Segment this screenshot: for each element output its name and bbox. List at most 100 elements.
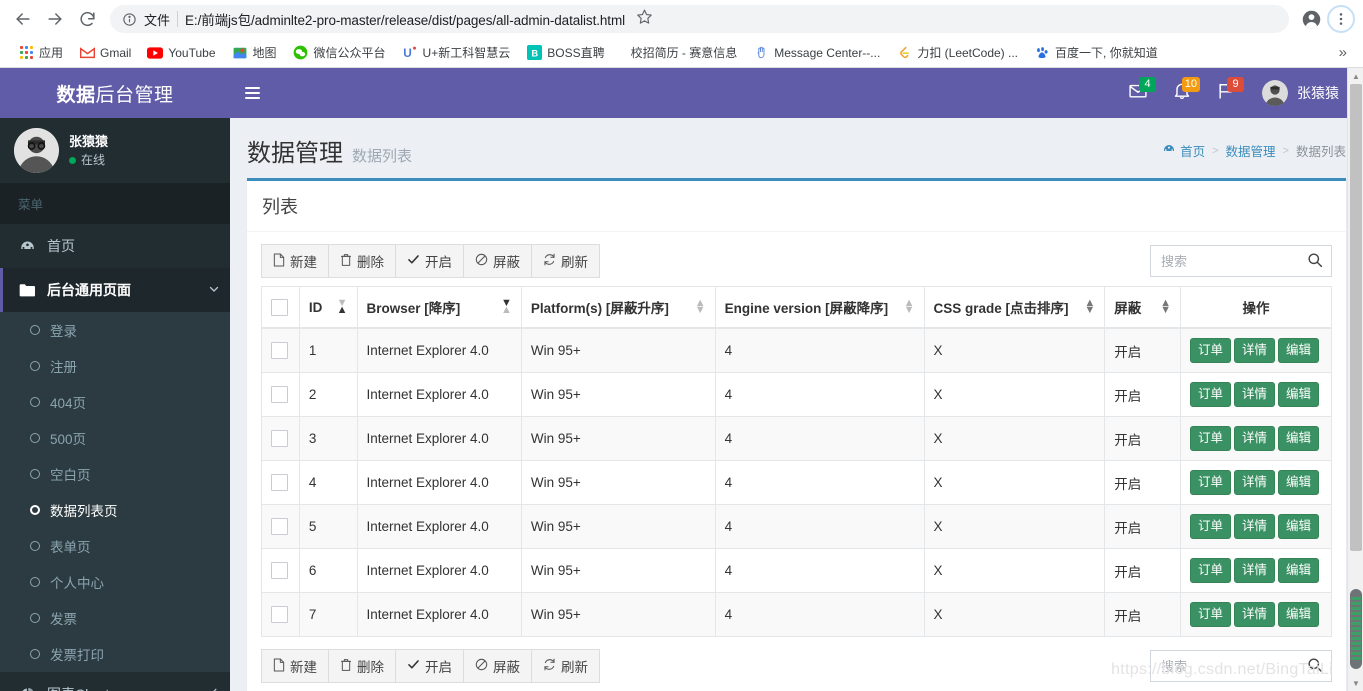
row-checkbox[interactable] — [271, 518, 288, 535]
row-select-cell[interactable] — [261, 460, 300, 505]
table-row[interactable]: 1 Internet Explorer 4.0 Win 95+ 4 X 开启 订单 详情 编辑 — [261, 327, 1333, 373]
forward-arrow-icon[interactable] — [40, 4, 70, 34]
sidebar-subitem-profile[interactable]: 个人中心 — [0, 564, 230, 600]
row-edit-button[interactable]: 编辑 — [1277, 558, 1319, 583]
bookmark-maps[interactable]: 地图 — [224, 41, 285, 64]
table-row[interactable]: 4 Internet Explorer 4.0 Win 95+ 4 X 开启 订单 详情 编辑 — [261, 460, 1333, 505]
bookmark-apps[interactable]: 应用 — [10, 41, 71, 64]
row-checkbox[interactable] — [271, 386, 288, 403]
refresh-button-bottom[interactable]: 刷新 — [531, 649, 600, 683]
table-row[interactable]: 5 Internet Explorer 4.0 Win 95+ 4 X 开启 订单 详情 编辑 — [261, 504, 1333, 549]
hamburger-menu-icon[interactable] — [230, 68, 275, 118]
enable-button-bottom[interactable]: 开启 — [395, 649, 464, 683]
delete-button-bottom[interactable]: 删除 — [328, 649, 396, 683]
scrollbar-thumb-inner[interactable] — [1350, 589, 1362, 669]
row-detail-button[interactable]: 详情 — [1233, 382, 1275, 407]
col-engine[interactable]: Engine version [屏蔽降序] ▲ ▼ — [714, 286, 925, 329]
bookmark-gmail[interactable]: Gmail — [71, 42, 139, 64]
profile-avatar-icon[interactable] — [1297, 5, 1325, 33]
sidebar-subitem-register[interactable]: 注册 — [0, 348, 230, 384]
row-order-button[interactable]: 订单 — [1189, 338, 1231, 363]
sidebar-subitem-invoice[interactable]: 发票 — [0, 600, 230, 636]
sidebar-subitem-form[interactable]: 表单页 — [0, 528, 230, 564]
user-account-menu[interactable]: 张猿猿 — [1248, 80, 1345, 106]
row-checkbox[interactable] — [271, 474, 288, 491]
sidebar-item-charts[interactable]: 图表Charts — [0, 672, 230, 691]
notifications-menu[interactable]: 10 — [1160, 68, 1204, 118]
bookmark-wechat[interactable]: 微信公众平台 — [285, 41, 394, 64]
row-edit-button[interactable]: 编辑 — [1277, 382, 1319, 407]
sidebar-subitem-500[interactable]: 500页 — [0, 420, 230, 456]
address-bar[interactable]: 文件 E:/前端js包/adminlte2-pro-master/release… — [110, 5, 1289, 33]
enable-button-top[interactable]: 开启 — [395, 244, 464, 278]
search-input-top[interactable] — [1150, 245, 1332, 277]
new-button-top[interactable]: 新建 — [261, 244, 329, 278]
back-arrow-icon[interactable] — [8, 4, 38, 34]
sidebar-subitem-blank[interactable]: 空白页 — [0, 456, 230, 492]
row-select-cell[interactable] — [261, 504, 300, 549]
breadcrumb-item-data-management[interactable]: 数据管理 — [1226, 141, 1276, 160]
messages-menu[interactable]: 4 — [1116, 68, 1160, 118]
table-row[interactable]: 2 Internet Explorer 4.0 Win 95+ 4 X 开启 订单 详情 编辑 — [261, 372, 1333, 417]
row-checkbox[interactable] — [271, 562, 288, 579]
block-button-top[interactable]: 屏蔽 — [463, 244, 532, 278]
sidebar-item-common-pages[interactable]: 后台通用页面 — [0, 268, 230, 312]
tasks-menu[interactable]: 9 — [1204, 68, 1248, 118]
sidebar-user-panel[interactable]: 张猿猿 在线 — [0, 118, 230, 183]
table-row[interactable]: 3 Internet Explorer 4.0 Win 95+ 4 X 开启 订单 详情 编辑 — [261, 416, 1333, 461]
reload-icon[interactable] — [72, 4, 102, 34]
row-edit-button[interactable]: 编辑 — [1277, 514, 1319, 539]
row-edit-button[interactable]: 编辑 — [1277, 470, 1319, 495]
row-select-cell[interactable] — [261, 548, 300, 593]
col-css-grade[interactable]: CSS grade [点击排序] ▲ ▼ — [923, 286, 1106, 329]
row-checkbox[interactable] — [271, 430, 288, 447]
row-detail-button[interactable]: 详情 — [1233, 602, 1275, 627]
row-select-cell[interactable] — [261, 372, 300, 417]
bookmark-message-center[interactable]: Message Center--... — [745, 42, 888, 64]
row-checkbox[interactable] — [271, 606, 288, 623]
info-circle-icon[interactable] — [122, 12, 137, 27]
row-edit-button[interactable]: 编辑 — [1277, 602, 1319, 627]
row-detail-button[interactable]: 详情 — [1233, 514, 1275, 539]
col-select-all[interactable] — [261, 286, 300, 329]
sidebar-subitem-404[interactable]: 404页 — [0, 384, 230, 420]
sidebar-subitem-login[interactable]: 登录 — [0, 312, 230, 348]
search-input-bottom[interactable] — [1150, 650, 1332, 682]
bookmark-unicom[interactable]: U U+新工科智慧云 — [394, 41, 519, 64]
block-button-bottom[interactable]: 屏蔽 — [463, 649, 532, 683]
sidebar-item-home[interactable]: 首页 — [0, 224, 230, 268]
app-logo[interactable]: 数据 后台管理 — [0, 68, 230, 118]
row-detail-button[interactable]: 详情 — [1233, 426, 1275, 451]
select-all-checkbox[interactable] — [271, 298, 288, 316]
sidebar-subitem-datalist[interactable]: 数据列表页 — [0, 492, 230, 528]
col-id[interactable]: ID ▼ ▲ — [298, 286, 358, 329]
three-dots-menu-icon[interactable] — [1327, 5, 1355, 33]
row-detail-button[interactable]: 详情 — [1233, 338, 1275, 363]
page-scrollbar[interactable]: ▲ ▼ — [1347, 68, 1363, 691]
sidebar-subitem-invoice-print[interactable]: 发票打印 — [0, 636, 230, 672]
table-row[interactable]: 7 Internet Explorer 4.0 Win 95+ 4 X 开启 订单 详情 编辑 — [261, 592, 1333, 637]
row-order-button[interactable]: 订单 — [1189, 470, 1231, 495]
row-select-cell[interactable] — [261, 592, 300, 637]
col-platform[interactable]: Platform(s) [屏蔽升序] ▲ ▼ — [520, 286, 716, 329]
bookmark-star-icon[interactable] — [636, 8, 653, 30]
bookmark-boss[interactable]: B BOSS直聘 — [518, 41, 612, 64]
breadcrumb-item-home[interactable]: 首页 — [1163, 141, 1205, 160]
refresh-button-top[interactable]: 刷新 — [531, 244, 600, 278]
col-blocked[interactable]: 屏蔽 ▲ ▼ — [1104, 286, 1181, 329]
row-select-cell[interactable] — [261, 416, 300, 461]
row-detail-button[interactable]: 详情 — [1233, 470, 1275, 495]
delete-button-top[interactable]: 删除 — [328, 244, 396, 278]
row-select-cell[interactable] — [261, 327, 300, 373]
row-edit-button[interactable]: 编辑 — [1277, 338, 1319, 363]
bookmark-baidu[interactable]: 百度一下, 你就知道 — [1026, 41, 1166, 64]
row-order-button[interactable]: 订单 — [1189, 514, 1231, 539]
row-detail-button[interactable]: 详情 — [1233, 558, 1275, 583]
row-order-button[interactable]: 订单 — [1189, 558, 1231, 583]
bookmark-youtube[interactable]: YouTube — [139, 42, 223, 64]
row-order-button[interactable]: 订单 — [1189, 426, 1231, 451]
bookmarks-overflow-button[interactable]: » — [1333, 44, 1353, 61]
new-button-bottom[interactable]: 新建 — [261, 649, 329, 683]
bookmark-leetcode[interactable]: 力扣 (LeetCode) ... — [888, 41, 1026, 64]
col-browser[interactable]: Browser [降序] ▼ ▲ — [356, 286, 522, 329]
